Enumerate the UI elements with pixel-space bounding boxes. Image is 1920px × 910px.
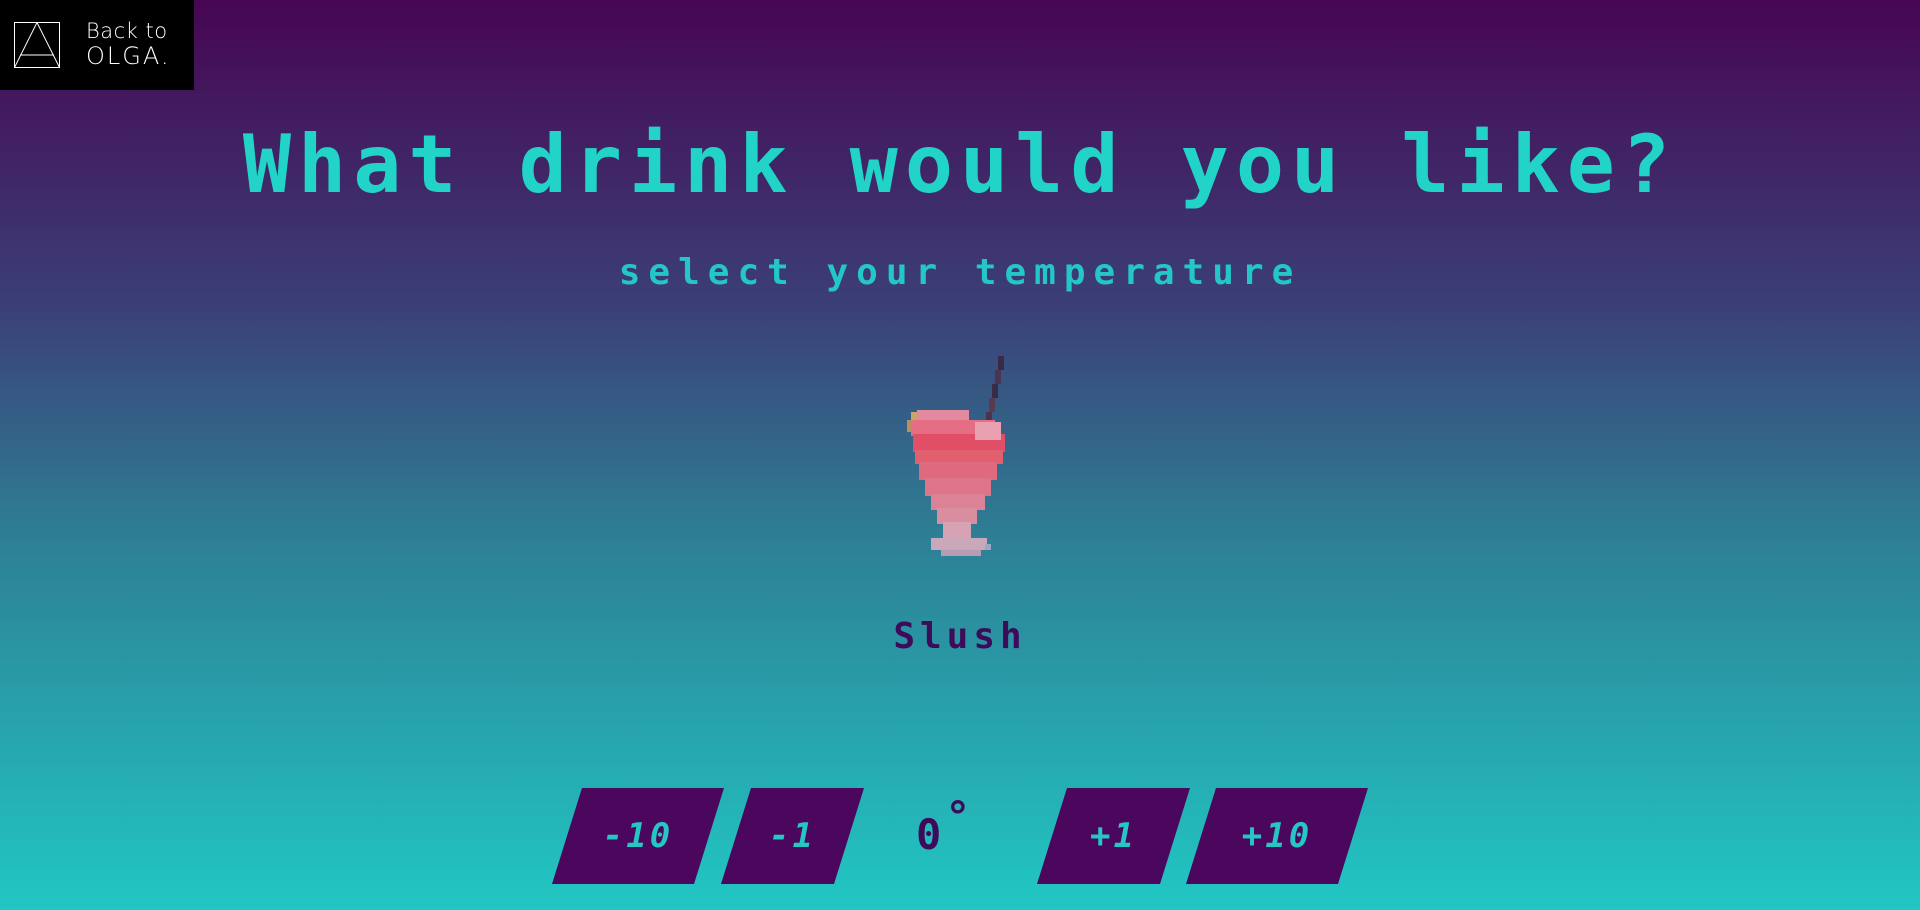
temperature-display: 0° [916, 796, 1006, 856]
drink-name: Slush [893, 616, 1027, 657]
back-link-line2: OLGA. [86, 42, 171, 71]
slush-drink-icon [907, 356, 1005, 556]
page-subtitle: select your temperature [618, 252, 1302, 293]
minus-one-button[interactable]: -1 [721, 788, 864, 884]
plus-ten-button[interactable]: +10 [1186, 788, 1368, 884]
olga-logo-icon [14, 22, 60, 68]
minus-ten-button[interactable]: -10 [552, 788, 724, 884]
back-link-line1: Back to [86, 19, 168, 44]
temperature-controls: -10 -1 0° +1 +10 [0, 788, 1920, 884]
back-to-olga-link[interactable]: Back to OLGA. [0, 0, 194, 90]
temperature-unit: ° [945, 792, 971, 841]
plus-one-button[interactable]: +1 [1037, 788, 1190, 884]
back-link-text: Back to OLGA. [86, 19, 171, 71]
page-title: What drink would you like? [242, 118, 1678, 211]
temperature-value: 0 [916, 810, 942, 859]
